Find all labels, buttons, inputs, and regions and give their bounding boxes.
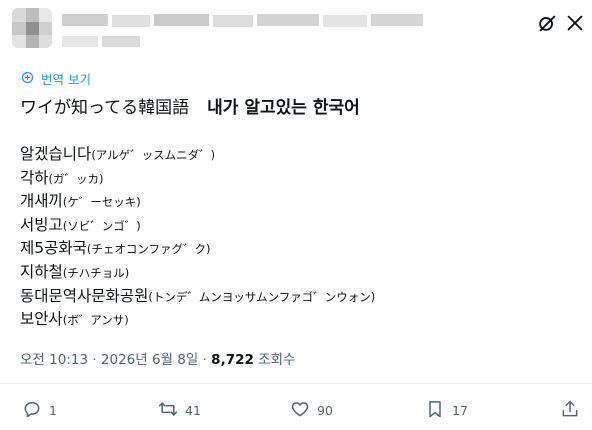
post-line: 보안사(ボ゛アンサ) (20, 310, 129, 328)
bookmark-count: 17 (452, 403, 468, 418)
title-korean: 내가 알고있는 한국어 (207, 98, 360, 118)
view-count-label: 조회수 (253, 352, 296, 368)
post-meta: 오전 10:13 · 2026년 6월 8일 · 8,722 조회수 (20, 348, 295, 368)
view-count: 8,722 (211, 352, 254, 368)
translate-label: 번역 보기 (41, 72, 91, 87)
close-icon[interactable] (564, 12, 586, 34)
grok-icon[interactable] (536, 12, 558, 34)
post-line: 각하(ガ゛ッカ) (20, 169, 104, 187)
like-icon (290, 399, 310, 422)
reply-count: 1 (49, 403, 57, 418)
post-line: 개새끼(ケ゛ーセッキ) (20, 192, 141, 210)
handle-blurred[interactable] (62, 36, 142, 48)
title-japanese: ワイが知ってる韓国語 (20, 98, 190, 118)
translate-icon (20, 70, 35, 88)
like-button[interactable]: 90 (290, 399, 333, 422)
post-timestamp[interactable]: 오전 10:13 · 2026년 6월 8일 · (20, 352, 211, 368)
post-line: 서빙고(ソビ゛ンゴ゛) (20, 216, 141, 234)
repost-button[interactable]: 41 (158, 399, 201, 422)
reply-icon (22, 399, 42, 422)
translate-link[interactable]: 번역 보기 (20, 69, 91, 88)
like-count: 90 (317, 403, 333, 418)
repost-count: 41 (185, 403, 201, 418)
avatar[interactable] (12, 8, 52, 48)
post-line: 알겠습니다(アルゲ゛ッスムニダ゛) (20, 145, 216, 163)
divider (0, 383, 592, 384)
repost-icon (158, 399, 178, 422)
post-title: ワイが知ってる韓国語 내가 알고있는 한국어 (20, 93, 360, 118)
reply-button[interactable]: 1 (22, 399, 57, 422)
post-line: 제5공화국(チェオコンファグ゛ク) (20, 239, 211, 257)
share-button[interactable] (560, 399, 580, 422)
post-line: 동대문역사문화공원(トンデ゛ムンヨッサムンファゴ゛ンウォン) (20, 287, 376, 305)
bookmark-icon (425, 399, 445, 422)
bookmark-button[interactable]: 17 (425, 399, 468, 422)
share-icon (560, 399, 580, 422)
display-name-blurred[interactable] (62, 14, 442, 28)
post-line: 지하철(チハチョル) (20, 263, 130, 281)
